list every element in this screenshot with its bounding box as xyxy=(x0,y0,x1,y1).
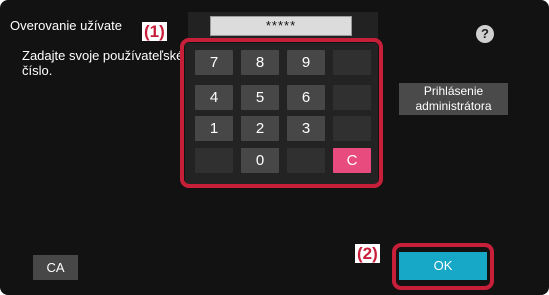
ok-callout-label: (2) xyxy=(355,244,380,263)
dialog-title: Overovanie užívate xyxy=(10,18,123,33)
admin-login-label: Prihlásenie administrátora xyxy=(415,84,492,113)
help-icon[interactable]: ? xyxy=(476,25,494,43)
ok-callout-frame xyxy=(392,243,494,290)
admin-login-button[interactable]: Prihlásenie administrátora xyxy=(399,83,508,115)
keypad-callout-frame xyxy=(180,38,383,188)
user-number-prompt: Zadajte svoje používateľské číslo. xyxy=(22,48,184,78)
user-number-field[interactable]: ***** xyxy=(210,16,352,36)
ca-button[interactable]: CA xyxy=(33,255,78,280)
keypad-callout-label: (1) xyxy=(142,22,167,41)
